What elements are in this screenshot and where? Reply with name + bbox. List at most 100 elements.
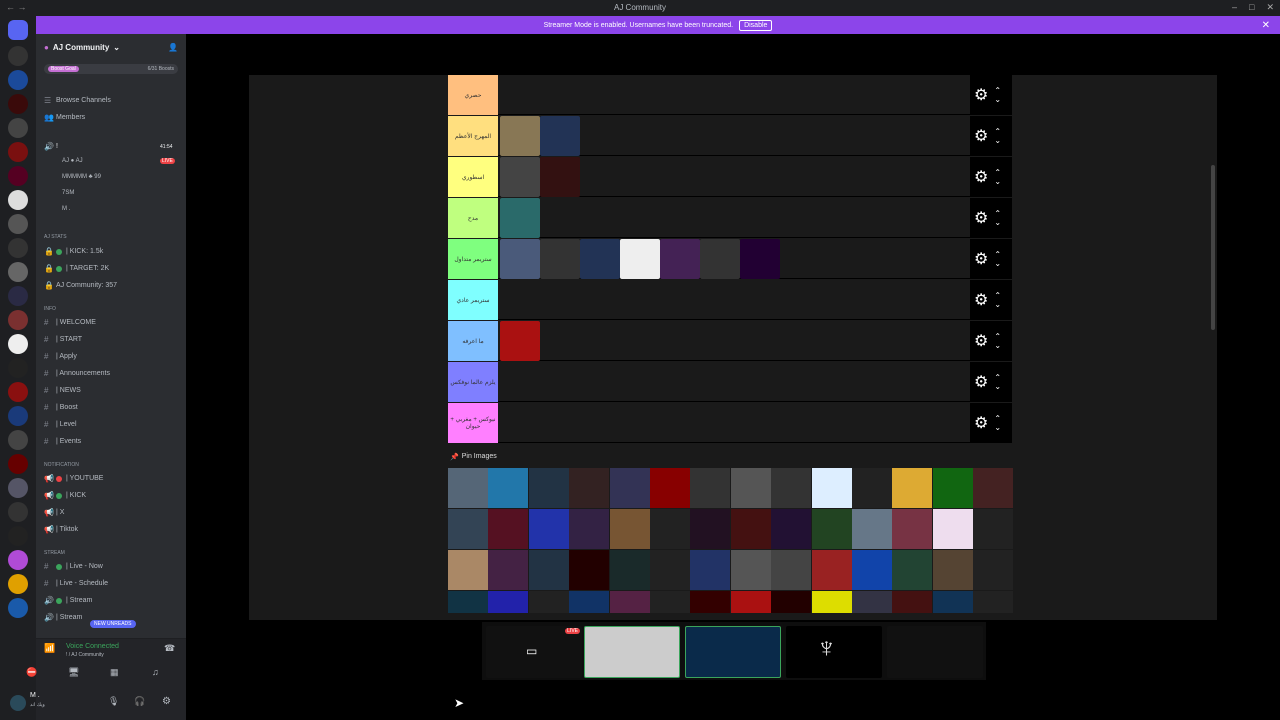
chevron-up-icon[interactable]: ⌃ bbox=[994, 250, 1001, 259]
pin-image[interactable] bbox=[771, 468, 812, 508]
pin-image[interactable] bbox=[690, 509, 731, 549]
server-icon[interactable] bbox=[8, 574, 28, 594]
disable-button[interactable]: Disable bbox=[739, 19, 773, 31]
tier-label[interactable]: ستريمر متداول bbox=[448, 239, 498, 279]
gear-icon[interactable]: ⚙ bbox=[162, 696, 171, 707]
chevron-down-icon[interactable]: ⌄ bbox=[994, 218, 1001, 227]
add-member-icon[interactable]: 👤 bbox=[168, 43, 178, 52]
chevron-up-icon[interactable]: ⌃ bbox=[994, 209, 1001, 218]
pin-image[interactable] bbox=[852, 509, 892, 549]
chevron-up-icon[interactable]: ⌃ bbox=[994, 86, 1001, 95]
tier-item-image[interactable] bbox=[500, 198, 540, 238]
category-stats[interactable]: AJ Stats bbox=[44, 234, 67, 240]
pin-image[interactable] bbox=[569, 468, 610, 508]
pin-image[interactable] bbox=[650, 509, 690, 549]
tier-item-image[interactable] bbox=[540, 116, 580, 156]
server-icon[interactable] bbox=[8, 526, 28, 546]
tier-item-image[interactable] bbox=[500, 116, 540, 156]
gear-icon[interactable]: ⚙ bbox=[974, 167, 988, 187]
pin-image[interactable] bbox=[569, 591, 610, 613]
server-icon[interactable] bbox=[8, 286, 28, 306]
announcement-channel[interactable]: 📢 | KICK bbox=[44, 491, 86, 500]
announcement-channel[interactable]: 📢 | X bbox=[44, 508, 64, 517]
chevron-down-icon[interactable]: ⌄ bbox=[994, 423, 1001, 432]
pin-image[interactable] bbox=[528, 591, 569, 613]
text-channel[interactable]: # | Apply bbox=[44, 352, 77, 361]
pin-image[interactable] bbox=[528, 550, 569, 590]
voice-user[interactable]: 7SM bbox=[58, 190, 74, 196]
pin-image[interactable] bbox=[892, 468, 933, 508]
pin-image[interactable] bbox=[892, 591, 933, 613]
gear-icon[interactable]: ⚙ bbox=[974, 249, 988, 269]
pin-image[interactable] bbox=[730, 509, 771, 549]
pin-image[interactable] bbox=[448, 550, 488, 590]
tier-item-image[interactable] bbox=[500, 157, 540, 197]
voice-user[interactable]: M . bbox=[58, 206, 70, 212]
server-icon[interactable] bbox=[8, 190, 28, 210]
pin-image[interactable] bbox=[650, 468, 690, 508]
pin-image[interactable] bbox=[528, 509, 569, 549]
chevron-up-icon[interactable]: ⌃ bbox=[994, 373, 1001, 382]
server-icon[interactable] bbox=[8, 502, 28, 522]
chevron-up-icon[interactable]: ⌃ bbox=[994, 127, 1001, 136]
pin-image[interactable] bbox=[811, 468, 852, 508]
soundboard-icon[interactable]: ♫ bbox=[152, 667, 159, 677]
gear-icon[interactable]: ⚙ bbox=[974, 208, 988, 228]
chevron-up-icon[interactable]: ⌃ bbox=[994, 414, 1001, 423]
text-channel[interactable]: # | WELCOME bbox=[44, 318, 96, 327]
chevron-up-icon[interactable]: ⌃ bbox=[994, 332, 1001, 341]
pin-image[interactable] bbox=[690, 468, 731, 508]
server-icon[interactable] bbox=[8, 142, 28, 162]
server-icon[interactable] bbox=[8, 238, 28, 258]
announcement-channel[interactable]: 📢 | Tiktok bbox=[44, 525, 78, 534]
pin-image[interactable] bbox=[650, 550, 690, 590]
boost-goal[interactable]: Boost Goal 6/31 Boosts bbox=[44, 64, 178, 74]
tier-item-image[interactable] bbox=[700, 239, 740, 279]
tier-item-image[interactable] bbox=[620, 239, 660, 279]
avatar[interactable] bbox=[10, 695, 26, 711]
new-unreads-pill[interactable]: NEW UNREADS bbox=[90, 620, 136, 628]
pin-image[interactable] bbox=[932, 509, 973, 549]
pin-image[interactable] bbox=[488, 509, 529, 549]
category-stream[interactable]: STREAM bbox=[44, 550, 65, 556]
voice-channel[interactable]: 🔊! 41:54 bbox=[44, 142, 173, 151]
tier-label[interactable]: يلزم عالما نوفكس bbox=[448, 362, 498, 402]
pin-image[interactable] bbox=[730, 550, 771, 590]
nav-members[interactable]: 👥 Members bbox=[44, 113, 85, 122]
tier-item-image[interactable] bbox=[540, 239, 580, 279]
tier-label[interactable]: ستريمر عادي bbox=[448, 280, 498, 320]
pin-image[interactable] bbox=[932, 591, 973, 613]
gear-icon[interactable]: ⚙ bbox=[974, 331, 988, 351]
chevron-down-icon[interactable]: ⌄ bbox=[994, 300, 1001, 309]
text-channel[interactable]: # | Events bbox=[44, 437, 81, 446]
pin-image[interactable] bbox=[569, 509, 610, 549]
pin-image[interactable] bbox=[771, 509, 812, 549]
tier-label[interactable]: مدح bbox=[448, 198, 498, 238]
server-icon[interactable] bbox=[8, 406, 28, 426]
category-info[interactable]: Info bbox=[44, 306, 56, 312]
pin-image[interactable] bbox=[488, 468, 529, 508]
scrollbar[interactable] bbox=[1211, 165, 1215, 330]
pin-image[interactable] bbox=[932, 550, 973, 590]
server-icon[interactable] bbox=[8, 334, 28, 354]
chevron-down-icon[interactable]: ⌄ bbox=[994, 95, 1001, 104]
voice-channel[interactable]: 🔊 | Stream bbox=[44, 613, 82, 622]
text-channel[interactable]: # | START bbox=[44, 335, 82, 344]
chevron-down-icon[interactable]: ⌄ bbox=[994, 259, 1001, 268]
text-channel[interactable]: # | Announcements bbox=[44, 369, 110, 378]
pin-image[interactable] bbox=[973, 591, 1014, 613]
server-icon[interactable] bbox=[8, 454, 28, 474]
announcement-channel[interactable]: 📢 | YOUTUBE bbox=[44, 474, 103, 483]
pin-image[interactable] bbox=[609, 550, 650, 590]
minimize-icon[interactable]: – bbox=[1232, 2, 1237, 13]
pin-image[interactable] bbox=[488, 591, 529, 613]
tier-item-image[interactable] bbox=[540, 157, 580, 197]
tier-item-image[interactable] bbox=[500, 239, 540, 279]
chevron-down-icon[interactable]: ⌄ bbox=[994, 382, 1001, 391]
tier-item-image[interactable] bbox=[500, 321, 540, 361]
pin-image[interactable] bbox=[852, 468, 892, 508]
pin-image[interactable] bbox=[448, 468, 488, 508]
text-channel[interactable]: # | NEWS bbox=[44, 386, 81, 395]
stream-tile[interactable]: ♆ bbox=[786, 626, 882, 678]
pin-image[interactable] bbox=[650, 591, 690, 613]
